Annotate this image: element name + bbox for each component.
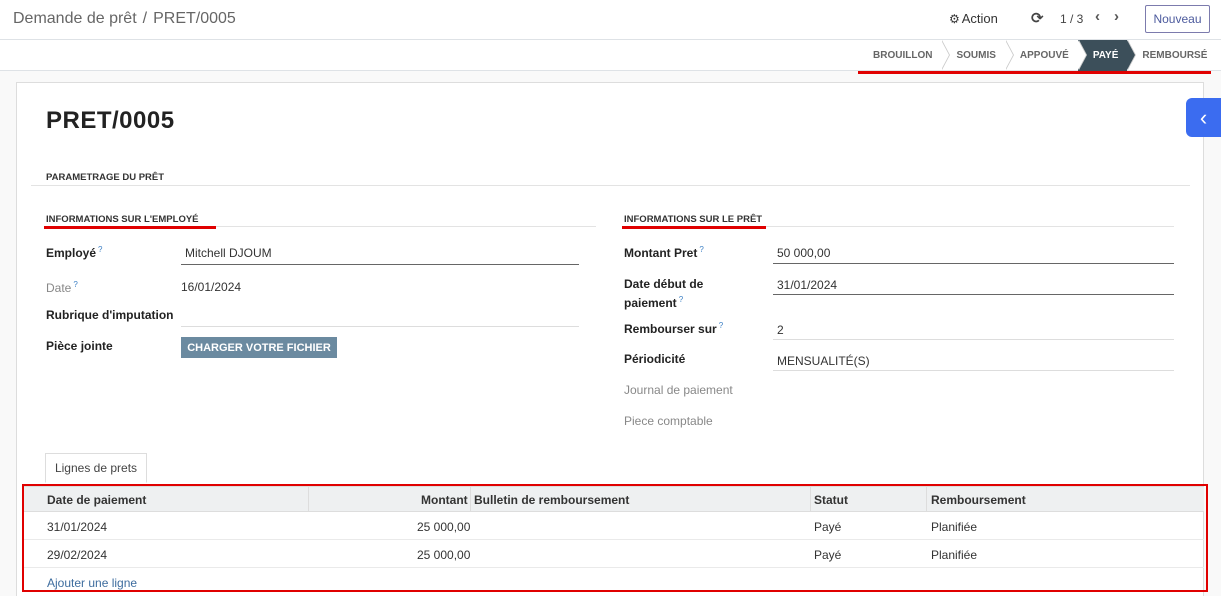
status-bar: BROUILLON SOUMIS APPOUVÉ PAYÉ REMBOURSÉ bbox=[0, 40, 1221, 71]
table-row[interactable]: 29/02/2024 25 000,00 Payé Planifiée bbox=[23, 540, 1204, 568]
col-header-remboursement[interactable]: Remboursement bbox=[931, 493, 1026, 507]
cell-date: 29/02/2024 bbox=[47, 548, 108, 562]
cell-date: 31/01/2024 bbox=[47, 520, 108, 534]
breadcrumb-parent[interactable]: Demande de prêt bbox=[13, 10, 137, 27]
control-panel: Demande de prêt / PRET/0005 ⚙ Action ⟳ 1 / … bbox=[0, 0, 1221, 40]
stage-brouillon[interactable]: BROUILLON bbox=[859, 40, 951, 71]
breadcrumb-separator: / bbox=[142, 10, 148, 27]
stage-label: APPOUVÉ bbox=[1019, 50, 1069, 61]
field-label-piece: Pièce jointe bbox=[46, 339, 113, 353]
date-value: 16/01/2024 bbox=[181, 280, 242, 294]
stage-label: REMBOURSÉ bbox=[1142, 50, 1208, 61]
breadcrumb-current: PRET/0005 bbox=[153, 10, 236, 27]
stage-rembourse[interactable]: REMBOURSÉ bbox=[1127, 40, 1216, 71]
action-label: Action bbox=[961, 11, 998, 26]
amount-field[interactable]: 50 000,00 bbox=[777, 246, 830, 260]
field-label-piece-comptable: Piece comptable bbox=[624, 414, 713, 428]
upload-file-button[interactable]: CHARGER VOTRE FICHIER bbox=[181, 337, 337, 358]
record-title: PRET/0005 bbox=[46, 107, 175, 134]
stage-label: BROUILLON bbox=[873, 50, 933, 61]
section-main-heading: PARAMETRAGE DU PRÊT bbox=[46, 172, 165, 183]
section-divider bbox=[31, 185, 1190, 186]
stage-label: SOUMIS bbox=[956, 50, 996, 61]
form-sheet: PRET/0005 PARAMETRAGE DU PRÊT INFORMATIO… bbox=[16, 82, 1204, 596]
field-underline bbox=[181, 264, 579, 265]
field-label-date: Date? bbox=[46, 280, 78, 295]
col-header-date[interactable]: Date de paiement bbox=[47, 493, 146, 507]
help-icon[interactable]: ? bbox=[699, 245, 703, 254]
col-header-bulletin[interactable]: Bulletin de remboursement bbox=[474, 493, 629, 507]
field-underline bbox=[773, 294, 1174, 295]
rubrique-field[interactable] bbox=[181, 326, 579, 327]
action-button[interactable]: ⚙ Action bbox=[949, 11, 998, 26]
field-underline bbox=[773, 339, 1174, 340]
cell-montant: 25 000,00 bbox=[417, 548, 471, 562]
cell-remboursement: Planifiée bbox=[931, 548, 978, 562]
start-date-field[interactable]: 31/01/2024 bbox=[777, 278, 837, 292]
stage-list: BROUILLON SOUMIS APPOUVÉ PAYÉ REMBOURSÉ bbox=[859, 40, 1216, 71]
chevron-left-icon[interactable]: ‹ bbox=[1095, 8, 1100, 25]
pager-value[interactable]: 1 / 3 bbox=[1060, 12, 1083, 26]
status-highlight bbox=[858, 71, 1211, 74]
stage-approuve[interactable]: APPOUVÉ bbox=[1005, 40, 1087, 71]
field-label-montant: Montant Pret? bbox=[624, 245, 704, 260]
new-button[interactable]: Nouveau bbox=[1145, 5, 1210, 33]
field-label-rembourser: Rembourser sur? bbox=[624, 321, 724, 336]
field-underline bbox=[773, 263, 1174, 264]
field-label-rubrique: Rubrique d'imputation bbox=[46, 308, 174, 322]
help-icon[interactable]: ? bbox=[679, 295, 683, 304]
col-header-statut[interactable]: Statut bbox=[814, 493, 848, 507]
table-header: Date de paiement Montant Bulletin de rem… bbox=[23, 486, 1204, 512]
cell-statut: Payé bbox=[814, 548, 842, 562]
chevron-right-icon[interactable]: › bbox=[1114, 8, 1119, 25]
help-icon[interactable]: ? bbox=[98, 245, 102, 254]
help-icon[interactable]: ? bbox=[73, 280, 77, 289]
add-line-link[interactable]: Ajouter une ligne bbox=[47, 576, 137, 590]
highlight-underline bbox=[622, 226, 766, 229]
section-loan-heading: INFORMATIONS SUR LE PRÊT bbox=[624, 214, 763, 225]
highlight-underline bbox=[44, 226, 216, 229]
refresh-icon[interactable]: ⟳ bbox=[1031, 9, 1044, 27]
field-underline bbox=[773, 370, 1174, 371]
field-label-employe: Employé? bbox=[46, 245, 103, 260]
cell-montant: 25 000,00 bbox=[417, 520, 471, 534]
stage-soumis[interactable]: SOUMIS bbox=[941, 40, 1014, 71]
add-line-row: Ajouter une ligne bbox=[23, 568, 1204, 596]
tab-loan-lines[interactable]: Lignes de prets bbox=[45, 453, 147, 483]
field-label-date-debut: Date début de paiement? bbox=[624, 277, 704, 310]
field-label-periodicite: Périodicité bbox=[624, 352, 686, 366]
gear-icon: ⚙ bbox=[949, 12, 960, 26]
stage-label: PAYÉ bbox=[1092, 50, 1119, 61]
help-icon[interactable]: ? bbox=[719, 321, 723, 330]
loan-lines-table: Date de paiement Montant Bulletin de rem… bbox=[23, 486, 1204, 596]
table-row[interactable]: 31/01/2024 25 000,00 Payé Planifiée bbox=[23, 512, 1204, 540]
field-label-journal: Journal de paiement bbox=[624, 383, 733, 397]
section-employee-heading: INFORMATIONS SUR L'EMPLOYÉ bbox=[46, 214, 199, 225]
cell-remboursement: Planifiée bbox=[931, 520, 978, 534]
cell-statut: Payé bbox=[814, 520, 842, 534]
duration-field[interactable]: 2 bbox=[777, 323, 784, 337]
periodicity-field[interactable]: MENSUALITÉ(S) bbox=[777, 354, 870, 368]
employee-field[interactable]: Mitchell DJOUM bbox=[185, 246, 272, 260]
col-header-montant[interactable]: Montant bbox=[421, 493, 468, 507]
chevron-left-icon[interactable]: ‹ bbox=[1186, 98, 1221, 137]
breadcrumb: Demande de prêt / PRET/0005 bbox=[13, 10, 236, 28]
